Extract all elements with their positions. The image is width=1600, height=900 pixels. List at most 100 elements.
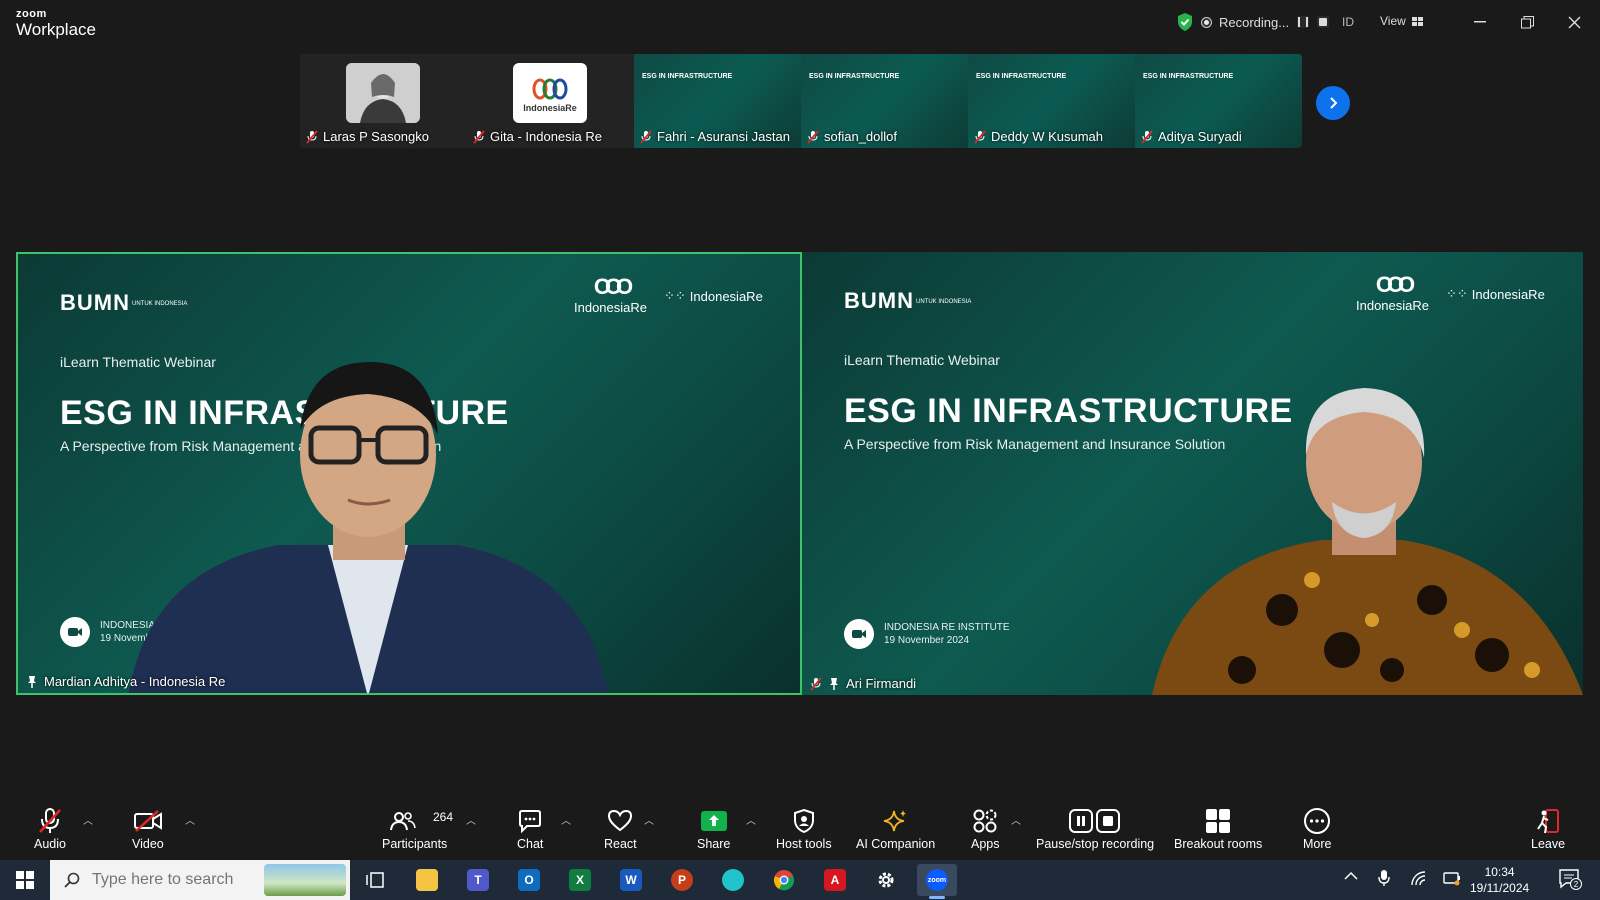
view-label: View (1380, 14, 1406, 28)
audio-button[interactable]: Audio (34, 806, 66, 851)
mic-muted-icon (640, 129, 652, 144)
search-input[interactable] (92, 871, 262, 889)
microphone-tray-button[interactable] (1378, 869, 1390, 890)
apps-button[interactable]: Apps (971, 806, 1000, 851)
taskbar-word[interactable]: W (611, 864, 651, 896)
participant-thumbnail[interactable]: ESG IN INFRASTRUCTURE sofian_dollof (801, 54, 968, 148)
audio-options-caret[interactable]: ︿ (83, 812, 93, 827)
view-button[interactable]: View (1380, 14, 1423, 28)
notification-center-button[interactable]: 2 (1558, 868, 1582, 890)
meeting-toolbar: Audio ︿ Video ︿ Participants 264 ︿ Chat … (0, 798, 1600, 860)
mic-muted-icon (39, 808, 61, 833)
powerpoint-icon: P (671, 869, 693, 891)
slide-preview-title: ESG IN INFRASTRUCTURE (976, 73, 1067, 80)
logo-text: IndonesiaRe (523, 103, 577, 113)
pause-stop-recording-button[interactable]: Pause/stop recording (1036, 806, 1154, 851)
minimize-button[interactable] (1465, 10, 1495, 34)
taskbar-file-explorer[interactable] (407, 864, 447, 896)
taskbar-chrome[interactable] (764, 864, 804, 896)
event-date: 19 November 2024 (884, 635, 970, 646)
share-options-caret[interactable]: ︿ (746, 812, 756, 827)
restore-button[interactable] (1512, 10, 1542, 34)
wifi-icon (1411, 871, 1426, 886)
encryption-shield-icon[interactable] (1176, 12, 1194, 32)
speaker-video-feed (128, 361, 608, 693)
react-options-caret[interactable]: ︿ (644, 812, 654, 827)
heart-icon (608, 809, 633, 832)
taskbar-search[interactable] (50, 860, 350, 900)
slide-preview: ESG IN INFRASTRUCTURE (1143, 60, 1293, 80)
taskbar-teams[interactable]: T (458, 864, 498, 896)
brand-workplace: Workplace (16, 20, 96, 39)
participant-name: sofian_dollof (824, 129, 897, 144)
participant-thumbnail[interactable]: ESG IN INFRASTRUCTURE Aditya Suryadi (1135, 54, 1302, 148)
chat-icon (519, 810, 542, 833)
next-page-button[interactable] (1316, 86, 1350, 120)
video-button[interactable]: Video (132, 806, 164, 851)
taskbar-powerpoint[interactable]: P (662, 864, 702, 896)
pause-recording-icon[interactable] (1297, 16, 1310, 28)
pin-icon (830, 677, 838, 690)
task-view-button[interactable] (356, 864, 396, 896)
word-icon: W (620, 869, 642, 891)
taskbar-zoom[interactable]: zoom (917, 864, 957, 899)
acrobat-icon: A (824, 869, 846, 891)
apps-options-caret[interactable]: ︿ (1011, 812, 1021, 827)
chrome-icon (774, 870, 794, 891)
chevron-right-icon (1330, 97, 1338, 109)
language-indicator[interactable]: ID (1342, 15, 1354, 29)
chat-button[interactable]: Chat (517, 806, 543, 851)
ai-companion-button[interactable]: AI Companion (856, 806, 935, 851)
participant-name: Laras P Sasongko (323, 129, 429, 144)
breakout-rooms-button[interactable]: Breakout rooms (1174, 806, 1262, 851)
slide-preview: ESG IN INFRASTRUCTURE (642, 60, 792, 80)
share-button[interactable]: Share (697, 806, 730, 851)
folder-icon (416, 869, 438, 891)
participant-thumbnail[interactable]: ESG IN INFRASTRUCTURE Fahri - Asuransi J… (634, 54, 801, 148)
battery-icon (1443, 872, 1460, 886)
dots-logo-icon: ⁘⁘ (1446, 286, 1468, 301)
taskbar-acrobat[interactable]: A (815, 864, 855, 896)
slide-preview-title: ESG IN INFRASTRUCTURE (642, 73, 733, 80)
slide-preview-title: ESG IN INFRASTRUCTURE (809, 73, 900, 80)
windows-start-icon[interactable] (16, 871, 34, 889)
share-screen-icon (700, 811, 727, 831)
chat-options-caret[interactable]: ︿ (561, 812, 571, 827)
teams-icon: T (467, 869, 489, 891)
video-tile-active-speaker[interactable]: BUMN UNTUK INDONESIA OOO IndonesiaRe ⁘⁘ In… (16, 252, 802, 695)
slide-preview: ESG IN INFRASTRUCTURE (809, 60, 959, 80)
video-tile[interactable]: BUMN UNTUK INDONESIA OOO IndonesiaRe ⁘⁘ In… (802, 252, 1583, 695)
taskbar-canva[interactable] (713, 864, 753, 896)
bumn-logo: BUMN UNTUK INDONESIA (844, 288, 972, 313)
taskbar-excel[interactable]: X (560, 864, 600, 896)
host-tools-button[interactable]: Host tools (776, 806, 832, 851)
participant-thumbnail[interactable]: IndonesiaRe Gita - Indonesia Re (467, 54, 634, 148)
minimize-icon (1474, 21, 1486, 23)
network-tray-button[interactable] (1410, 870, 1428, 889)
taskbar-settings[interactable] (866, 864, 906, 896)
breakout-rooms-icon (1206, 809, 1231, 833)
show-hidden-icons-button[interactable] (1344, 870, 1358, 884)
participant-thumbnail[interactable]: Laras P Sasongko (300, 54, 467, 148)
system-clock[interactable]: 10:34 19/11/2024 (1470, 864, 1529, 896)
mic-muted-icon (810, 676, 822, 691)
more-button[interactable]: More (1303, 806, 1331, 851)
os-taskbar: T O X W P A zoom 10:34 19/11/2024 2 (0, 860, 1600, 900)
participant-logo: IndonesiaRe (513, 63, 587, 123)
more-icon (1304, 808, 1331, 834)
participants-options-caret[interactable]: ︿ (466, 812, 476, 827)
stop-recording-icon[interactable] (1317, 16, 1330, 28)
battery-tray-button[interactable] (1443, 870, 1461, 889)
participant-photo (346, 63, 420, 123)
search-highlight-image (264, 864, 346, 896)
sparkle-icon (883, 810, 906, 832)
close-icon (1568, 16, 1580, 28)
react-button[interactable]: React (604, 806, 637, 851)
taskbar-outlook[interactable]: O (509, 864, 549, 896)
close-button[interactable] (1559, 10, 1589, 34)
slide-event: INDONESIA RE INSTITUTE 19 November 2024 (844, 619, 1010, 649)
video-options-caret[interactable]: ︿ (185, 812, 195, 827)
participant-thumbnail[interactable]: ESG IN INFRASTRUCTURE Deddy W Kusumah (968, 54, 1135, 148)
dots-logo-icon: ⁘⁘ (664, 288, 686, 303)
leave-button[interactable]: Leave (1531, 806, 1565, 851)
